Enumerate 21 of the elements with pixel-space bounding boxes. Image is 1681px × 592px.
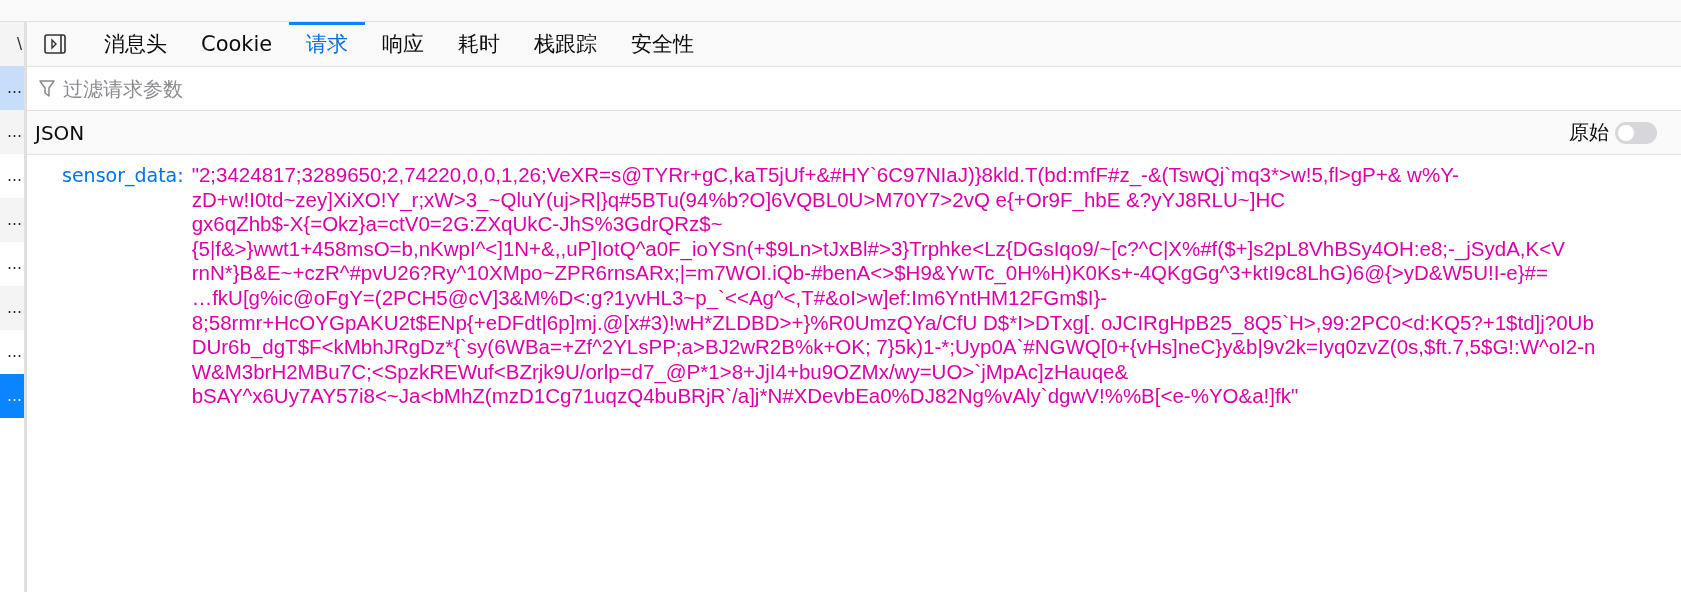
tab[interactable]: Cookie [184, 22, 290, 66]
tab[interactable]: 栈跟踪 [517, 22, 615, 66]
filter-field[interactable]: 过滤请求参数 [61, 75, 1681, 102]
raw-label: 原始 [1569, 119, 1609, 146]
param-key: sensor_data: [62, 163, 184, 188]
sidebar-toggle-icon [44, 34, 66, 54]
tab[interactable]: 消息头 [87, 22, 184, 66]
request-list-item[interactable]: … [0, 286, 24, 330]
tab[interactable]: 请求 [289, 22, 366, 66]
filter-icon [39, 79, 55, 98]
tab[interactable]: 耗时 [441, 22, 518, 66]
request-list-item[interactable]: … [0, 66, 24, 110]
tab[interactable]: 安全性 [614, 22, 712, 66]
section-title: JSON [35, 120, 85, 145]
param-value: "2;3424817;3289650;2,74220,0,0,1,26;VeXR=s@TYRr+gC,kaT5jUf+&#HY`6C97NIaJ)}8kld.T(bd:mfF#z_-&(TswQj`mq3*>w!5,fl>gP+& w%Y- zD+w!I0td~zey]XiXO!Y_r;xW>3_~QluY(uj>R|}q#5BTu(94%b?O]6VQBL0U>M70Y7>2vQ e{+Or9F_hbE &?yYJ8RLU~]HC gx6qZhb$-X{=Okz}a=ctV0=2G:ZXqUkC-JhS%3GdrQRz$~ {5|f&>}wwt1+458msO=b,nKwpI^<]1N+&,,uP]IotQ^a0F_ioYSn(+$9Ln>tJxBl#>3}Trphke<Lz{DGsIqo9/~[c?^C|X%#f($+]s2pL8VhBSy4OH:e8;-_jSydA,K<V rnN*}B&E~+czR^#pvU26?Ry^10XMpo~ZPR6rnsARx;|=m7WOI.iQb-#benA<>$H9&YwTc_0H%H)K0Ks+-4QKgGg^3+ktI9c8LhG)6@{>yD&W5U!I-e}#= …fkU[g%ic@oFgY=(2PCH5@cV]3&M%D<:g?1yvHL3~p_`<<Ag^<,T#&oI>w]ef:Im6YntHM12FGm$I}- 8;58rmr+HcOYGpAKU2t$ENp{+eDFdt|6p]mj.@[x#3)!wH*ZLDBD>+}%R0UmzQYa/CfU D$*I>DTxg[. oJCIRgHpB25_8Q5`H>,99:2PC0<d:KQ5?+1$td]j?0Ub DUr6b_dgT$F<kMbhJRgDz*{`sy(6WBa=+Zf^2YLsPP;a>BJ2wR2B%k+OK; 7}5k)1-*;Uyp0A`#NGWQ[0+{vHs]neC}y&b|9v2k=Iyq0zvZ(0s,$ft.7,5$G!:W^oI2-n W&M3brH2MBu7C;<SpzkREWuf<BZrjk9U/orlp=d7_@P*1>8+JjI4+bu9OZMx/wy=UO>`jMpAc]zHauqe& bSAY^x6Uy7AY57i8<~Ja<bMhZ(mzD1Cg71uqzQ4buBRjR`/a]j*N#XDevbEa0%DJ82Ng%vAly`dgwV!%%B[<e-%YO&a!]fk" [191, 163, 1596, 409]
tab[interactable]: 响应 [365, 22, 442, 66]
request-list-item[interactable]: … [0, 374, 24, 418]
request-list-item[interactable]: … [0, 198, 24, 242]
request-list-item[interactable]: \ [0, 22, 24, 66]
request-list-item[interactable]: … [0, 110, 24, 154]
raw-toggle[interactable] [1615, 121, 1657, 144]
